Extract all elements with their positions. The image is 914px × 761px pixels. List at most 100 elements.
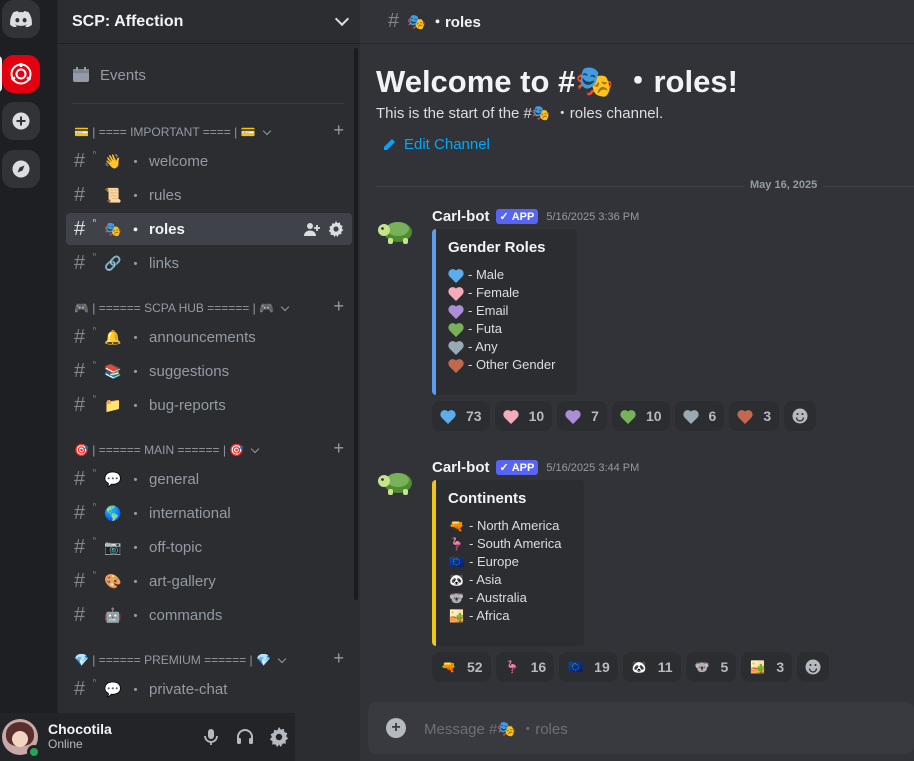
channel-label: commands (149, 606, 223, 624)
add-channel-icon[interactable]: + (333, 296, 344, 317)
message-author[interactable]: Carl-bot (432, 459, 490, 476)
water-pistol-icon: 🔫 (441, 660, 456, 674)
channel-label: suggestions (149, 362, 230, 380)
microphone-icon[interactable] (201, 727, 221, 747)
chevron-down-icon (250, 444, 260, 453)
channel-label: international (149, 504, 231, 522)
edit-channel-label: Edit Channel (404, 136, 490, 153)
channel-off-topic[interactable]: # ⁿ 📷 ・ off-topic (66, 531, 352, 563)
channel-bug-reports[interactable]: # ⁿ 📁 ・ bug-reports (66, 389, 352, 421)
channel-rules[interactable]: # 📜 ・ rules (66, 179, 352, 211)
category-premium[interactable]: 💎 | ====== PREMIUM ====== | 💎 + (74, 648, 344, 670)
channel-title: 🎭 ・roles (407, 14, 481, 31)
message-input[interactable]: Message #🎭 ・roles (424, 718, 568, 739)
discover-button[interactable] (2, 150, 40, 188)
message-timestamp: 5/16/2025 3:44 PM (546, 461, 640, 474)
channel-topbar: # 🎭 ・roles (360, 0, 914, 44)
category-scpa-hub[interactable]: 🎮 | ====== SCPA HUB ====== | 🎮 + (74, 296, 344, 318)
reaction-flamingo[interactable]: 🦩 16 (495, 652, 555, 682)
check-icon: ✓ (499, 211, 509, 223)
channel-roles[interactable]: # ⁿ 🎭 ・ roles (66, 213, 352, 245)
chevron-down-icon (262, 126, 271, 135)
add-reaction-button[interactable] (797, 652, 830, 682)
brown-heart-icon (448, 358, 464, 373)
channel-emoji: 📚 (104, 362, 122, 379)
channel-general[interactable]: # ⁿ 💬 ・ general (66, 463, 352, 495)
channel-emoji: 📜 (104, 186, 122, 203)
hashtag-locked-icon: # ⁿ (74, 323, 96, 348)
role-line: 🐨 - Australia (449, 590, 527, 605)
channel-commands[interactable]: # 🤖 ・ commands (66, 599, 352, 631)
reaction-brown-heart[interactable]: 3 (729, 401, 780, 431)
discord-home-button[interactable] (2, 0, 40, 38)
gear-icon[interactable] (269, 727, 289, 747)
channel-sidebar: SCP: Affection Events 💳 | ==== IMPORTANT… (57, 0, 361, 761)
invite-icon[interactable] (304, 221, 320, 237)
turtle-avatar-icon[interactable] (376, 208, 416, 248)
scp-logo-icon (10, 63, 32, 85)
add-server-button[interactable] (2, 102, 40, 140)
blue-heart-icon (448, 268, 464, 283)
chevron-down-icon (280, 302, 290, 311)
reaction-desert[interactable]: 🏜️ 3 (741, 652, 793, 682)
channel-label: announcements (149, 328, 256, 346)
sidebar-scrollbar[interactable] (354, 48, 358, 600)
channel-private-chat[interactable]: # ⁿ 💬 ・ private-chat (66, 673, 352, 705)
embed-title: Gender Roles (448, 239, 546, 256)
category-main[interactable]: 🎯 | ====== MAIN ====== | 🎯 + (74, 438, 344, 460)
hashtag-icon: # (74, 603, 86, 626)
grey-heart-icon (682, 409, 699, 424)
online-status-icon (27, 745, 41, 759)
embed-continents: Continents 🔫 - North America 🦩 - South Ame… (432, 480, 584, 646)
edit-channel-link[interactable]: Edit Channel (382, 136, 490, 153)
reaction-grey-heart[interactable]: 6 (674, 401, 725, 431)
message-composer[interactable]: + Message #🎭 ・roles (368, 702, 914, 754)
username: Chocotila (48, 721, 112, 737)
reaction-water-pistol[interactable]: 🔫 52 (432, 652, 491, 682)
channel-suggestions[interactable]: # ⁿ 📚 ・ suggestions (66, 355, 352, 387)
reaction-panda[interactable]: 🐼 11 (622, 652, 681, 682)
headphones-icon[interactable] (235, 727, 255, 747)
eu-flag-icon: 🇪🇺 (568, 660, 584, 674)
add-channel-icon[interactable]: + (333, 438, 344, 459)
gear-icon[interactable] (328, 221, 344, 237)
chevron-down-icon (334, 11, 350, 27)
channel-announcements[interactable]: # ⁿ 🔔 ・ announcements (66, 321, 352, 353)
reaction-pink-heart[interactable]: 10 (494, 401, 553, 431)
reaction-eu-flag[interactable]: 🇪🇺 19 (559, 652, 618, 682)
reaction-purple-heart[interactable]: 7 (557, 401, 607, 431)
compass-icon (12, 160, 30, 178)
channel-links[interactable]: # ⁿ 🔗 ・ links (66, 247, 352, 279)
hashtag-locked-icon: # ⁿ (74, 465, 96, 490)
role-line: - Female (448, 284, 561, 302)
channel-art-gallery[interactable]: # ⁿ 🎨 ・ art-gallery (66, 565, 352, 597)
server-header[interactable]: SCP: Affection (58, 0, 361, 44)
user-controls (201, 727, 289, 747)
server-scp-affection[interactable] (2, 55, 40, 93)
welcome-subtitle: This is the start of the #🎭 ・roles chann… (376, 105, 664, 122)
message-author[interactable]: Carl-bot (432, 208, 490, 225)
add-reaction-button[interactable] (784, 401, 817, 431)
category-important[interactable]: 💳 | ==== IMPORTANT ==== | 💳 + (74, 120, 344, 142)
reaction-blue-heart[interactable]: 73 (432, 401, 490, 431)
role-line: 🐼 - Asia (449, 572, 502, 587)
check-icon: ✓ (499, 462, 509, 474)
events-item[interactable]: Events (72, 62, 146, 88)
turtle-avatar-icon[interactable] (376, 459, 416, 499)
date-divider (376, 186, 914, 187)
attach-plus-icon[interactable]: + (386, 718, 406, 738)
message-timestamp: 5/16/2025 3:36 PM (546, 210, 640, 223)
divider (72, 103, 344, 104)
user-info[interactable]: Chocotila Online (48, 722, 112, 752)
reaction-green-heart[interactable]: 10 (611, 401, 670, 431)
koala-icon: 🐨 (694, 660, 710, 674)
reaction-koala[interactable]: 🐨 5 (685, 652, 737, 682)
channel-welcome[interactable]: # ⁿ 👋 ・ welcome (66, 145, 352, 177)
green-heart-icon (620, 409, 636, 424)
add-channel-icon[interactable]: + (333, 120, 344, 141)
add-channel-icon[interactable]: + (333, 648, 344, 669)
channel-international[interactable]: # ⁿ 🌎 ・ international (66, 497, 352, 529)
panda-icon: 🐼 (631, 660, 647, 674)
blue-heart-icon (440, 409, 456, 424)
channel-emoji: 🎨 (104, 572, 122, 589)
